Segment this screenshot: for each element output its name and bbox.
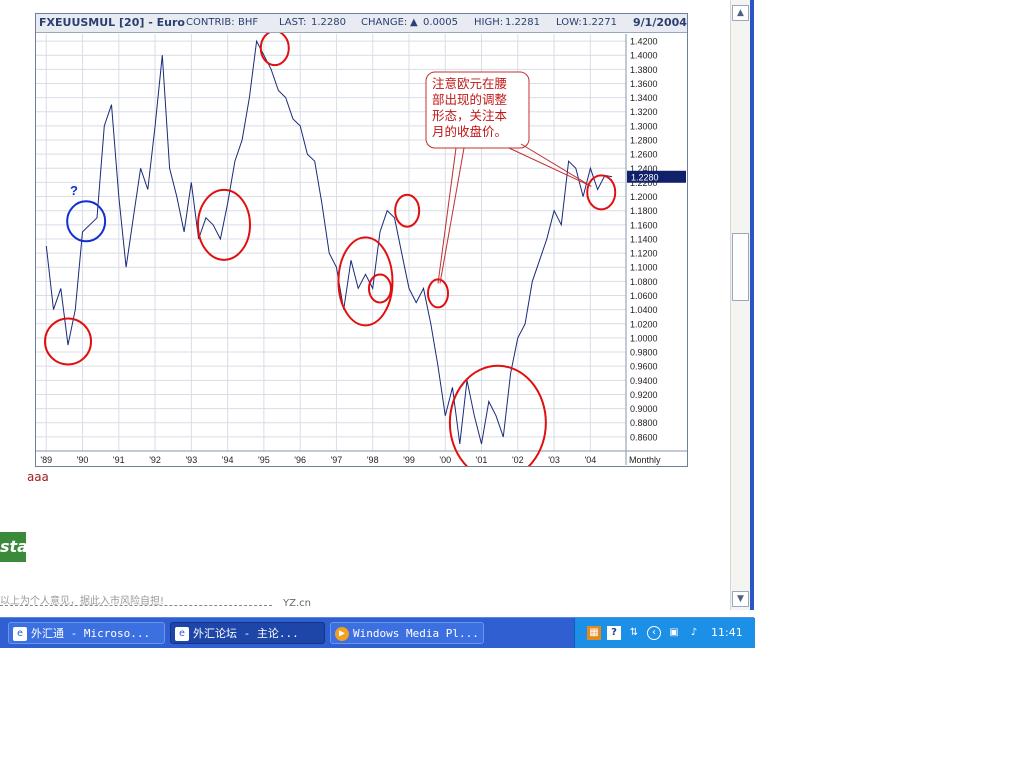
task-label-2: 外汇论坛 - 主论...	[193, 627, 299, 640]
media-player-icon: ▶	[335, 627, 349, 641]
chart-date: 9/1/2004	[633, 16, 687, 29]
x-tick-label: '96	[294, 455, 306, 465]
y-tick-label: 1.0600	[630, 291, 658, 301]
change-label: CHANGE:	[361, 17, 408, 28]
contrib-label: CONTRIB:	[186, 17, 235, 28]
x-tick-label: '00	[439, 455, 451, 465]
task-button-3[interactable]: ▶ Windows Media Pl...	[330, 622, 484, 644]
y-tick-label: 1.0800	[630, 277, 658, 287]
system-tray: ▦ ? ⇅ ‹ ▣ ♪ 11:41	[574, 618, 755, 648]
y-tick-label: 1.1600	[630, 220, 658, 230]
period-label: Monthly	[629, 455, 661, 465]
task-button-1[interactable]: e 外汇通 - Microso...	[8, 622, 165, 644]
tray-app-icon[interactable]: ▦	[587, 626, 601, 640]
chart-symbol: FXEUUSMUL [20] - Euro	[39, 16, 185, 29]
y-tick-label: 1.2800	[630, 136, 658, 146]
callout-text-line: 注意欧元在腰	[432, 76, 507, 91]
callout-text-line: 部出现的调整	[432, 92, 508, 107]
y-tick-label: 1.4200	[630, 37, 658, 47]
scroll-thumb[interactable]	[732, 233, 749, 301]
y-tick-label: 0.8600	[630, 432, 658, 442]
x-tick-label: '97	[331, 455, 343, 465]
change-value: 0.0005	[423, 17, 458, 28]
chart-panel: 1.4200 1.4000 1.3800 1.3600 1.3400 1.3200 1.30…	[35, 13, 688, 467]
x-tick-label: '99	[403, 455, 415, 465]
y-tick-label: 1.0200	[630, 319, 658, 329]
network-icon[interactable]: ▣	[667, 626, 681, 640]
x-tick-label: '04	[584, 455, 596, 465]
x-tick-label: '89	[40, 455, 52, 465]
web-content: 1.4200 1.4000 1.3800 1.3600 1.3400 1.3200 1.30…	[0, 0, 710, 610]
x-tick-label: '90	[77, 455, 89, 465]
task-label-1: 外汇通 - Microso...	[31, 627, 151, 640]
y-tick-label: 1.3600	[630, 79, 658, 89]
y-tick-label: 0.9400	[630, 376, 658, 386]
question-mark: ?	[70, 183, 78, 198]
scroll-down-icon[interactable]: ▼	[732, 591, 749, 607]
task-button-2[interactable]: e 外汇论坛 - 主论...	[170, 622, 325, 644]
y-tick-label: 1.4000	[630, 51, 658, 61]
y-tick-label: 1.3800	[630, 65, 658, 75]
y-tick-label: 0.9200	[630, 390, 658, 400]
high-value: 1.2281	[505, 17, 540, 28]
low-label: LOW:	[556, 17, 582, 28]
chart-header: FXEUUSMUL [20] - Euro CONTRIB: BHF LAST:…	[36, 14, 687, 33]
y-tick-label: 1.3200	[630, 107, 658, 117]
y-tick-label: 1.0000	[630, 333, 658, 343]
volume-icon[interactable]: ♪	[687, 626, 701, 640]
x-tick-label: '02	[512, 455, 524, 465]
footer-divider	[0, 605, 272, 606]
window-frame-edge	[750, 0, 754, 610]
x-tick-label: '03	[548, 455, 560, 465]
y-tick-label: 1.1200	[630, 249, 658, 259]
ie-icon: e	[13, 627, 27, 641]
callout-text-line: 形态，关注本	[432, 108, 508, 123]
x-tick-label: '92	[149, 455, 161, 465]
y-tick-label: 0.8800	[630, 418, 658, 428]
x-tick-label: '94	[222, 455, 234, 465]
y-tick-label: 1.2000	[630, 192, 658, 202]
y-tick-label: 1.0400	[630, 305, 658, 315]
y-tick-label: 1.1800	[630, 206, 658, 216]
post-text: aaa	[27, 470, 49, 484]
x-tick-label: '98	[367, 455, 379, 465]
y-tick-label: 1.2600	[630, 150, 658, 160]
callout-text-line: 月的收盘价。	[432, 124, 507, 139]
tray-small-icon[interactable]: ⇅	[627, 626, 641, 640]
low-value: 1.2271	[582, 17, 617, 28]
start-button-fragment[interactable]: sta	[0, 532, 26, 562]
last-label: LAST:	[279, 17, 307, 28]
ie-icon: e	[175, 627, 189, 641]
y-tick-label: 1.3000	[630, 121, 658, 131]
scroll-up-icon[interactable]: ▲	[732, 5, 749, 21]
x-tick-label: '93	[185, 455, 197, 465]
vertical-scrollbar[interactable]: ▲ ▼	[730, 0, 751, 610]
y-tick-label: 1.1400	[630, 234, 658, 244]
y-tick-label: 0.9800	[630, 348, 658, 358]
y-tick-label: 0.9600	[630, 362, 658, 372]
x-tick-label: '01	[476, 455, 488, 465]
y-tick-label: 0.9000	[630, 404, 658, 414]
x-tick-label: '95	[258, 455, 270, 465]
last-value-label: 1.2280	[631, 172, 659, 182]
footer-site: YZ.cn	[283, 598, 311, 609]
x-tick-label: '91	[113, 455, 125, 465]
y-tick-label: 1.3400	[630, 93, 658, 103]
change-up-icon: ▲	[410, 17, 418, 28]
y-tick-label: 1.1000	[630, 263, 658, 273]
chart-canvas: 1.4200 1.4000 1.3800 1.3600 1.3400 1.3200 1.30…	[36, 30, 687, 466]
contrib-value: BHF	[238, 17, 259, 28]
taskbar: e 外汇通 - Microso... e 外汇论坛 - 主论... ▶ Wind…	[0, 617, 755, 648]
plot-area	[36, 34, 626, 451]
show-hidden-icons-icon[interactable]: ‹	[647, 626, 661, 640]
clock: 11:41	[711, 626, 743, 639]
task-label-3: Windows Media Pl...	[353, 627, 479, 640]
last-value: 1.2280	[311, 17, 346, 28]
high-label: HIGH:	[474, 17, 504, 28]
help-icon[interactable]: ?	[607, 626, 621, 640]
